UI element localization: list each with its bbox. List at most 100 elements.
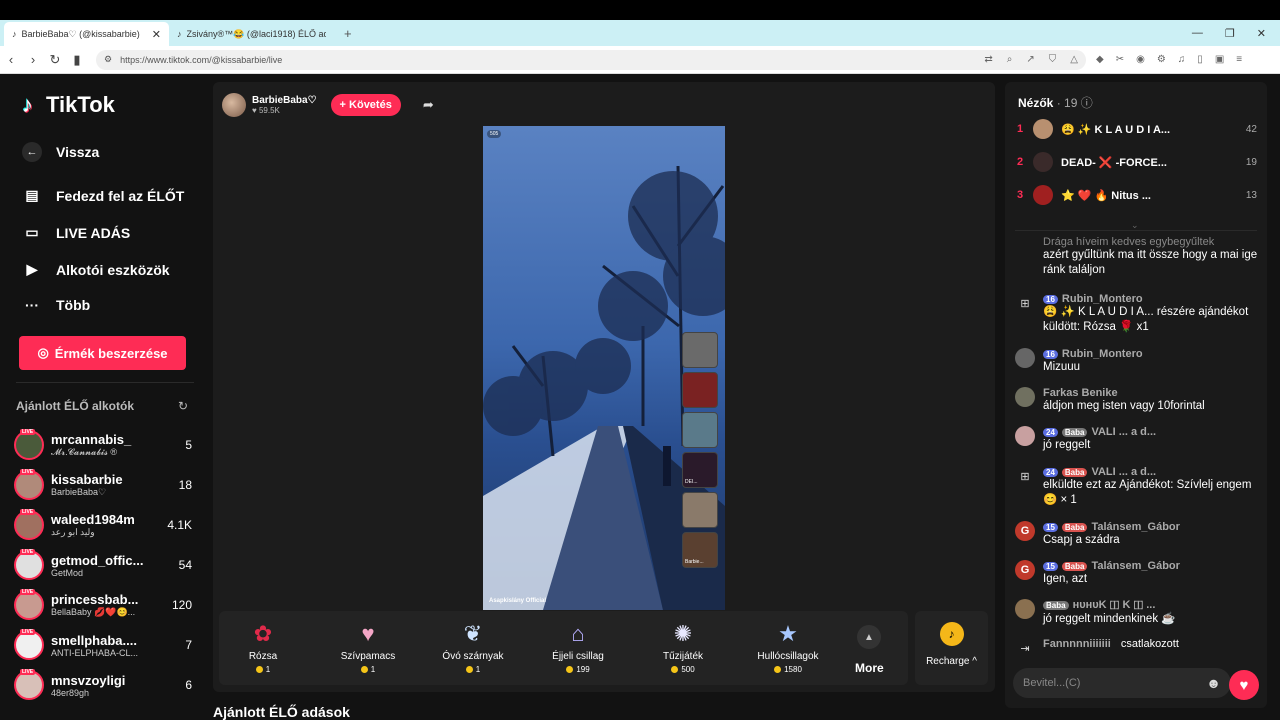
menu-icon[interactable]: ≡ — [1236, 54, 1242, 65]
tiktok-app: ♪ TikTok ← Vissza ▤ Fedezd fel az ÉLŐT ▭… — [0, 74, 1280, 720]
creator-item[interactable]: LIVE getmod_offic... GetMod 54 — [14, 547, 192, 583]
guest-tile[interactable] — [682, 412, 718, 448]
gift-item[interactable]: ❦ Óvó szárnyak 1 — [429, 611, 517, 685]
guest-tile[interactable] — [682, 372, 718, 408]
guest-tile[interactable]: DEI... — [682, 452, 718, 488]
guest-tile[interactable] — [682, 492, 718, 528]
fan-badge: Baba — [1061, 561, 1088, 571]
nav-go-live[interactable]: ▭ LIVE ADÁS — [22, 224, 130, 241]
forward-arrow-icon[interactable]: › — [22, 52, 44, 67]
avatar: LIVE — [14, 629, 44, 660]
gift-item[interactable]: ★ Hullócsillagok 1580 — [744, 611, 832, 685]
reload-icon[interactable]: ↻ — [44, 52, 66, 68]
host-name[interactable]: BarbieBaba♡ — [252, 95, 317, 106]
bookmark-icon[interactable]: ▮ — [66, 52, 88, 68]
recharge-button[interactable]: ♪ Recharge ^ — [915, 611, 988, 685]
guest-tile[interactable]: Barbie... — [682, 532, 718, 568]
wallet-icon[interactable]: ▣ — [1215, 54, 1224, 65]
viewer-row[interactable]: 1 😩 ✨ K L A U D I A... 42 — [1017, 118, 1257, 140]
username[interactable]: VALI ... a d... — [1091, 426, 1156, 438]
chat-message: 16 Rubin_Montero Mizuuu — [1015, 348, 1263, 375]
gift-item[interactable]: ♥ Szívpamacs 1 — [324, 611, 412, 685]
chat-message: Farkas Benike áldjon meg isten vagy 10fo… — [1015, 387, 1263, 414]
creator-item[interactable]: LIVE kissabarbie BarbieBaba♡ 18 — [14, 467, 192, 503]
nav-more[interactable]: ··· Több — [22, 297, 90, 313]
viewer-name: 😩 ✨ K L A U D I A... — [1061, 123, 1171, 136]
refresh-icon[interactable]: ↻ — [178, 399, 188, 413]
nav-creator-tools[interactable]: ▶ Alkotói eszközök — [22, 261, 170, 278]
avatar — [1015, 387, 1035, 407]
follow-button[interactable]: + Követés — [330, 94, 401, 116]
back-arrow-icon[interactable]: ‹ — [0, 52, 22, 67]
gift-name: Rózsa — [248, 651, 278, 662]
new-tab-icon[interactable]: + — [334, 26, 362, 46]
back-button[interactable]: ← Vissza — [22, 142, 99, 162]
gift-item[interactable]: ✺ Tűzijáték 500 — [639, 611, 727, 685]
host-avatar[interactable] — [222, 93, 246, 117]
restore-icon[interactable]: ❐ — [1225, 27, 1235, 40]
brave-shield-icon[interactable]: ⛉ — [1049, 54, 1057, 65]
chat-message: Drága híveim kedves egybegyűltek azért g… — [1043, 236, 1258, 276]
creator-name: princessbab... — [51, 592, 139, 607]
zoom-icon[interactable]: ⌕ — [1007, 54, 1013, 65]
extension-icon[interactable]: ⚙ — [1157, 54, 1166, 65]
chevron-up-icon[interactable]: ▲ — [857, 625, 881, 649]
viewer-row[interactable]: 2 DEAD- ❌ -FORCE... 19 — [1017, 151, 1257, 173]
gift-price: 1 — [265, 665, 271, 674]
close-window-icon[interactable]: ✕ — [1257, 27, 1266, 40]
username[interactable]: Rubin_Montero — [1062, 293, 1143, 305]
chat-input[interactable]: Bevitel...(C) ☻ — [1013, 668, 1231, 698]
minimize-icon[interactable]: — — [1192, 27, 1203, 40]
browser-tab-active[interactable]: ♪ BarbieBaba♡ (@kissabarbie) ✕ — [4, 22, 169, 46]
viewer-row[interactable]: 3 ⭐ ❤️ 🔥 Nitus ... 13 — [1017, 184, 1257, 206]
url-field[interactable]: ⚙ https://www.tiktok.com/@kissabarbie/li… — [96, 49, 1086, 70]
close-tab-icon[interactable]: ✕ — [152, 28, 161, 41]
creator-item[interactable]: LIVE princessbab... BellaBaby 💋❤️😊... 120 — [14, 587, 192, 623]
sidebar-toggle-icon[interactable]: ▯ — [1197, 54, 1203, 65]
gift-item[interactable]: ✿ Rózsa 1 — [219, 611, 307, 685]
emoji-icon[interactable]: ☻ — [1206, 675, 1221, 691]
username[interactable]: VALI ... a d... — [1091, 466, 1156, 478]
screen-top-bar — [0, 0, 1280, 20]
browser-tab[interactable]: ♪ Zsivány®™😂 (@laci1918) ÉLŐ adás — [169, 22, 334, 46]
warning-icon[interactable]: △ — [1070, 54, 1078, 65]
extension-icon[interactable]: ◆ — [1096, 54, 1104, 65]
username[interactable]: Fannnnniiiiiii — [1043, 638, 1111, 650]
translate-icon[interactable]: ⇄ — [984, 54, 992, 65]
avatar: LIVE — [14, 549, 44, 580]
nav-explore-live[interactable]: ▤ Fedezd fel az ÉLŐT — [22, 187, 184, 204]
gift-item[interactable]: ⌂ Éjjeli csillag 199 — [534, 611, 622, 685]
like-heart-button[interactable]: ♥ — [1229, 670, 1259, 700]
info-icon[interactable]: ⓘ — [1081, 96, 1093, 110]
nav-label: Fedezd fel az ÉLŐT — [56, 187, 185, 204]
gift-icon: ⊞ — [1020, 470, 1030, 483]
creator-subtitle: BarbieBaba♡ — [51, 487, 107, 497]
more-gifts-button[interactable]: More — [855, 661, 884, 675]
creator-item[interactable]: LIVE smellphaba.... ANTI-ELPHABA-CL... 7 — [14, 627, 192, 663]
share-page-icon[interactable]: ↗ — [1026, 54, 1034, 65]
avatar: LIVE — [14, 509, 44, 540]
get-coins-button[interactable]: ◎ Érmék beszerzése — [19, 336, 186, 370]
share-icon[interactable]: ➦ — [423, 97, 434, 113]
level-badge: 15 — [1043, 522, 1058, 532]
site-settings-icon[interactable]: ⚙ — [104, 54, 112, 65]
gift-name: Éjjeli csillag — [552, 651, 604, 662]
username[interactable]: ʜᴜʜᴜK 🇮 K 🇮 ... — [1073, 599, 1156, 612]
creator-item[interactable]: LIVE mrcannabis_ 𝓜𝓻.𝓒𝓪𝓷𝓷𝓪𝓫𝓲𝓼 ® 5 — [14, 427, 192, 463]
username[interactable]: Farkas Benike — [1043, 387, 1118, 399]
guest-tile[interactable] — [682, 332, 718, 368]
extension-icon[interactable]: ♫ — [1178, 54, 1186, 65]
firework-icon: ✺ — [673, 621, 693, 646]
viewer-count: 4.1K — [167, 518, 192, 532]
chat-messages: Drága híveim kedves egybegyűltek azért g… — [1005, 232, 1267, 657]
extension-icon[interactable]: ✂ — [1116, 54, 1124, 65]
play-box-icon: ▶ — [26, 261, 38, 277]
username[interactable]: Talánsem_Gábor — [1091, 521, 1179, 533]
username[interactable]: Talánsem_Gábor — [1091, 560, 1179, 572]
creator-item[interactable]: LIVE mnsvzoyligi 48er89gh 6 — [14, 667, 192, 703]
username[interactable]: Rubin_Montero — [1062, 348, 1143, 360]
video-player[interactable]: 505 Asapkislány Official DEI... Barbie..… — [483, 126, 725, 610]
creator-item[interactable]: LIVE waleed1984m وليد ابو رعد 4.1K — [14, 507, 192, 543]
extension-icon[interactable]: ◉ — [1136, 54, 1145, 65]
tiktok-logo[interactable]: ♪ TikTok — [22, 92, 115, 118]
